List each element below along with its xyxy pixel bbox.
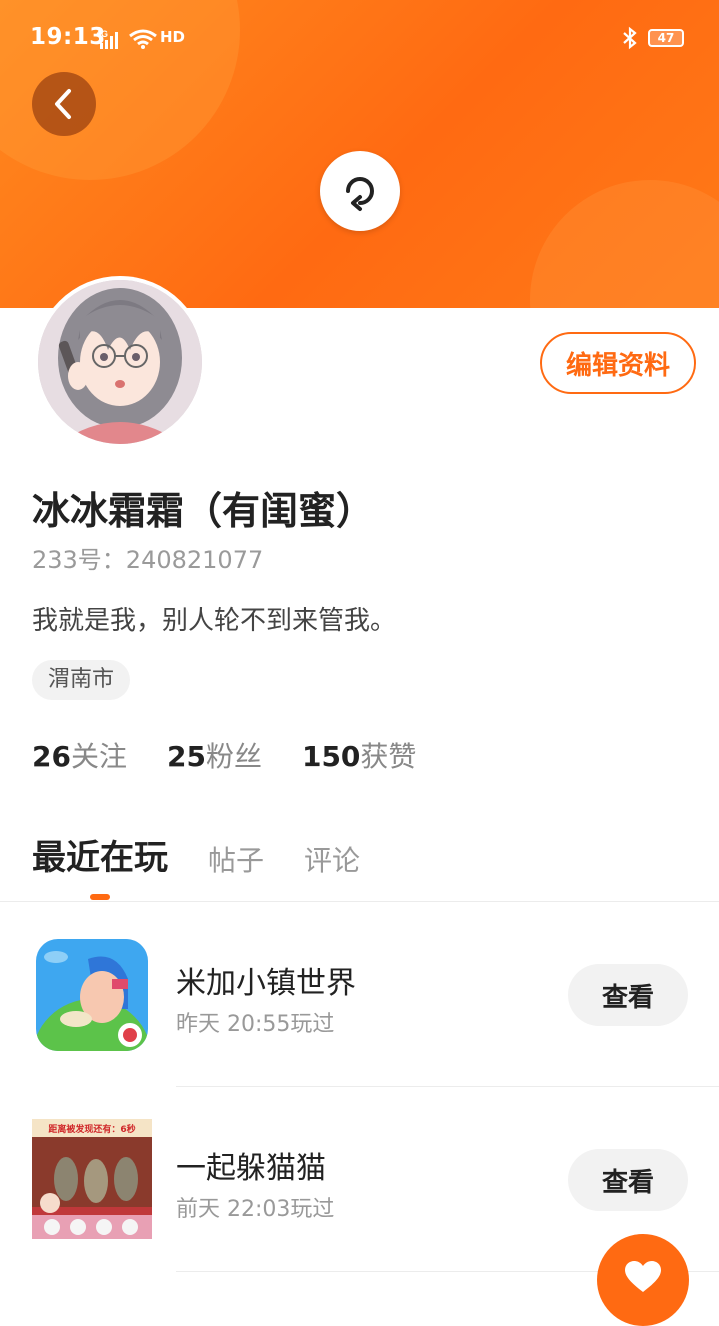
view-button[interactable]: 查看	[568, 1149, 688, 1211]
list-item[interactable]: 米加小镇世界 昨天 20:55玩过 查看	[0, 902, 719, 1087]
stat-count: 25	[166, 740, 206, 773]
game-played-time: 昨天 20:55玩过	[176, 1012, 335, 1037]
svg-text:4G: 4G	[96, 29, 108, 39]
heart-icon	[625, 1261, 661, 1292]
change-background-button[interactable]	[320, 151, 400, 231]
cellular-signal-icon: 4G	[96, 29, 118, 49]
stat-count: 26	[32, 740, 71, 773]
game-name: 一起躲猫猫	[176, 1151, 326, 1186]
back-arrow-icon	[55, 89, 71, 119]
tab-recently-played[interactable]: 最近在玩	[32, 830, 168, 879]
profile-header-banner: 19:13 4G HD 47	[0, 0, 719, 308]
stat-label: 关注	[70, 740, 127, 773]
edit-profile-button[interactable]: 编辑资料	[540, 332, 696, 394]
stat-fans[interactable]: 25粉丝	[167, 735, 262, 775]
status-time: 19:13	[30, 24, 106, 50]
bluetooth-icon	[623, 26, 637, 50]
tab-posts[interactable]: 帖子	[208, 839, 264, 879]
header-decoration	[530, 180, 719, 308]
game-banner-text: 距离被发现还有：6秒	[48, 1123, 135, 1135]
stat-label: 粉丝	[205, 740, 262, 773]
back-button[interactable]	[32, 72, 96, 136]
refresh-icon	[346, 177, 374, 211]
wifi-icon	[129, 29, 157, 49]
stat-count: 150	[301, 740, 361, 773]
avatar-image	[38, 280, 202, 444]
game-icon-hide-and-seek: 距离被发现还有：6秒	[32, 1119, 152, 1239]
stats-row: 26关注 25粉丝 150获赞	[32, 735, 416, 775]
favorite-fab[interactable]	[597, 1234, 689, 1326]
list-item[interactable]: 距离被发现还有：6秒 一起躲猫猫 前天 22:03玩过 查看	[0, 1087, 719, 1272]
tab-comments[interactable]: 评论	[304, 839, 360, 879]
game-played-time: 前天 22:03玩过	[176, 1197, 335, 1222]
location-tag: 渭南市	[32, 660, 131, 700]
status-bar: 19:13 4G HD 47	[0, 22, 719, 58]
username: 冰冰霜霜（有闺蜜）	[32, 489, 375, 533]
stat-likes[interactable]: 150获赞	[302, 735, 416, 775]
stat-following[interactable]: 26关注	[32, 735, 127, 775]
user-id: 233号：240821077	[32, 546, 264, 574]
stat-label: 获赞	[360, 740, 417, 773]
game-name: 米加小镇世界	[176, 966, 356, 1001]
hd-indicator: HD	[160, 28, 186, 46]
battery-icon: 47	[648, 29, 684, 47]
avatar[interactable]	[34, 276, 206, 448]
active-tab-indicator	[90, 894, 110, 900]
profile-tabs: 最近在玩 帖子 评论	[32, 830, 360, 879]
bio: 我就是我，别人轮不到来管我。	[32, 606, 397, 636]
view-button[interactable]: 查看	[568, 964, 688, 1026]
game-icon-miga	[36, 939, 148, 1051]
